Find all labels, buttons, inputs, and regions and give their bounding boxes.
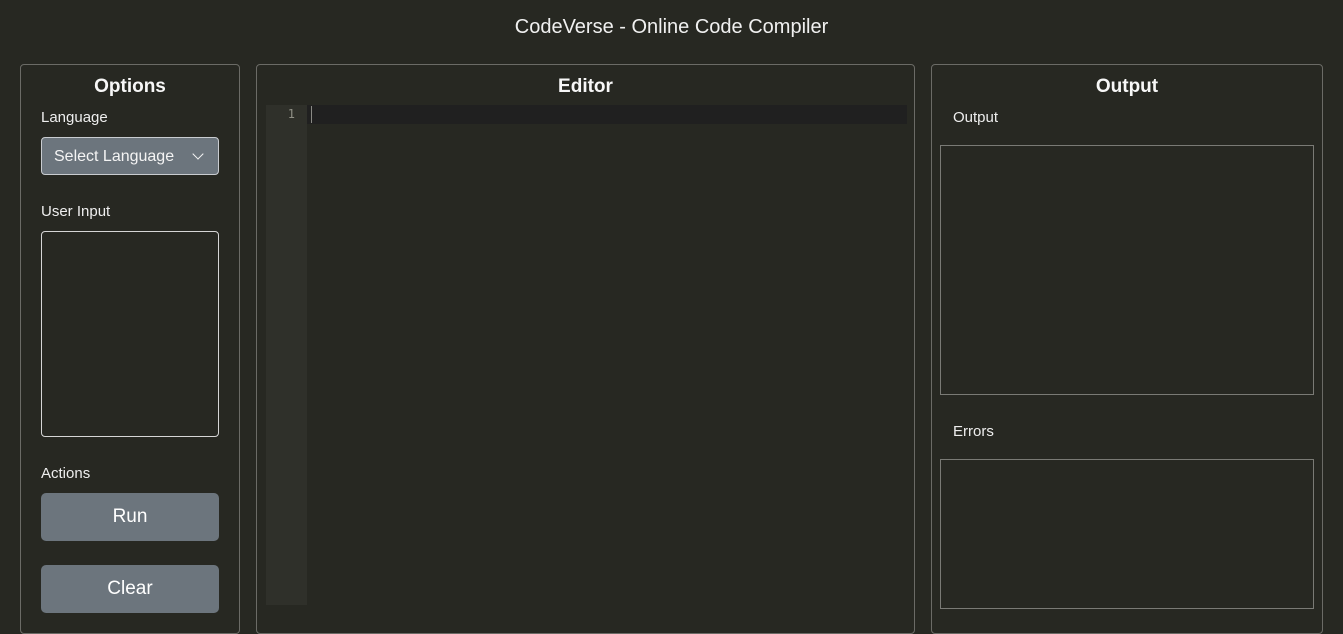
output-label: Output bbox=[953, 109, 999, 126]
language-select-value: Select Language bbox=[54, 148, 175, 165]
app-title: CodeVerse - Online Code Compiler bbox=[514, 16, 829, 38]
editor-panel: Editor 1 bbox=[256, 64, 915, 634]
clear-button[interactable]: Clear bbox=[41, 565, 219, 613]
options-title: Options bbox=[94, 76, 166, 97]
options-panel: Options Language Select Language User In… bbox=[20, 64, 240, 634]
line-number-gutter: 1 bbox=[266, 105, 307, 605]
run-button[interactable]: Run bbox=[41, 493, 219, 541]
language-select[interactable]: Select Language bbox=[41, 137, 219, 175]
line-number: 1 bbox=[287, 107, 295, 121]
user-input-field[interactable] bbox=[41, 231, 219, 437]
chevron-down-icon bbox=[192, 148, 204, 160]
output-panel: Output Output Errors bbox=[931, 64, 1323, 634]
output-box[interactable] bbox=[940, 145, 1314, 395]
errors-box[interactable] bbox=[940, 459, 1314, 609]
code-editor[interactable] bbox=[307, 105, 907, 605]
user-input-label: User Input bbox=[41, 203, 111, 220]
output-title: Output bbox=[1095, 76, 1159, 97]
text-cursor bbox=[311, 106, 312, 123]
editor-title: Editor bbox=[558, 76, 613, 97]
active-line bbox=[307, 105, 907, 124]
errors-label: Errors bbox=[953, 423, 994, 440]
actions-label: Actions bbox=[41, 465, 91, 482]
language-label: Language bbox=[41, 109, 108, 126]
